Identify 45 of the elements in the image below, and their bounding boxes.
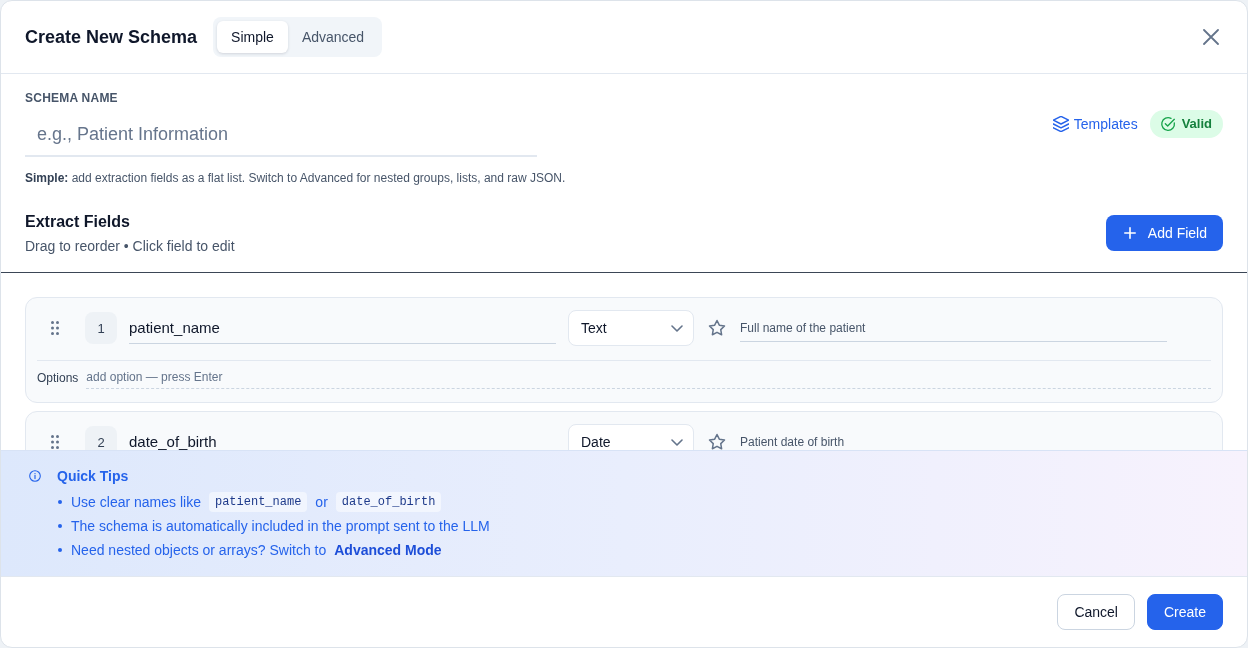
field-number: 1 — [85, 312, 117, 344]
templates-link[interactable]: Templates — [1052, 115, 1138, 132]
create-button[interactable]: Create — [1146, 594, 1223, 630]
mode-link[interactable]: Advanced Mode — [334, 542, 442, 558]
chevron-down-icon — [671, 324, 683, 332]
bullet-icon — [58, 500, 62, 504]
option-input[interactable]: add option — press Enter — [86, 366, 1211, 389]
bullet-icon — [58, 524, 62, 528]
star-icon[interactable] — [708, 433, 726, 450]
mode-tab[interactable]: Simple — [217, 21, 288, 53]
tips-title: Quick Tips — [57, 467, 130, 486]
tip-text: Use clear names like — [71, 494, 201, 510]
drag-handle-icon[interactable] — [51, 321, 59, 335]
help-text: Simple: add extraction fields as a flat list. Switch to Advanced for nested groups, lists, and raw JSON. — [25, 170, 567, 186]
code-snippet: patient_name — [208, 492, 308, 512]
schema-name-input[interactable]: e.g., Patient Information — [25, 113, 537, 157]
options-label: Options — [37, 370, 79, 385]
code-snippet: date_of_birth — [335, 492, 442, 512]
chevron-down-icon — [671, 438, 683, 446]
mode-tab[interactable]: Advanced — [287, 21, 379, 53]
type-select[interactable]: Date — [568, 424, 694, 450]
field-card[interactable]: 1 patient_name Text Full name of the patient Options add option — press Enter — [25, 297, 1223, 403]
field-name-input[interactable]: patient_name — [129, 312, 556, 344]
tip-text: Need nested objects or arrays? Switch to — [71, 542, 327, 558]
schema-name-label: SCHEMA NAME — [25, 90, 119, 106]
check-circle-icon — [1159, 115, 1176, 132]
field-card[interactable]: 2 date_of_birth Date Patient date of birth — [25, 411, 1223, 450]
star-icon[interactable] — [708, 319, 726, 337]
bullet-icon — [58, 548, 62, 552]
dialog-title: Create New Schema — [25, 26, 198, 48]
section-title: Extract Fields — [25, 212, 131, 232]
tip-text: The schema is automatically included in the prompt sent to the LLM — [71, 518, 490, 534]
layers-icon — [1052, 115, 1069, 132]
cancel-button[interactable]: Cancel — [1057, 594, 1135, 630]
close-icon[interactable] — [1203, 29, 1219, 45]
tip-text: or — [315, 494, 328, 510]
drag-handle-icon[interactable] — [51, 435, 59, 449]
plus-icon — [1123, 227, 1136, 239]
status-label: Valid — [1181, 116, 1212, 131]
field-number: 2 — [85, 426, 117, 450]
type-select[interactable]: Text — [568, 310, 694, 346]
section-subtitle: Drag to reorder • Click field to edit — [25, 237, 235, 256]
info-icon — [29, 470, 41, 482]
description-input[interactable]: Full name of the patient — [740, 314, 1167, 342]
add-field-button[interactable]: Add Field — [1105, 215, 1223, 251]
